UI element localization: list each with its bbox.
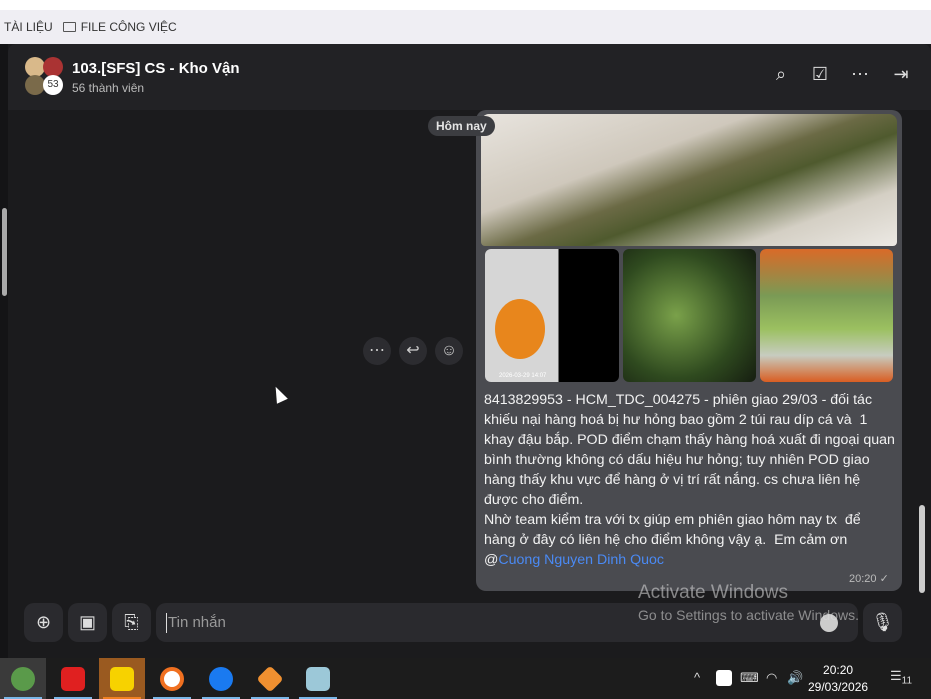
reply-icon[interactable]: ↩ [399,337,427,365]
activation-watermark-title: Activate Windows [638,582,788,603]
image-icon[interactable]: ▣ [68,603,107,642]
bookmarks-bar: TÀI LIỆU FILE CÔNG VIỆC [0,10,931,44]
bookmark-label: FILE CÔNG VIỆC [80,20,177,34]
message-text: 8413829953 - HCM_TDC_004275 - phiên giao… [484,390,896,570]
mention-link[interactable]: Cuong Nguyen Dinh Quoc [498,552,664,568]
member-count[interactable]: 56 thành viên [72,81,144,95]
avatar [43,57,63,77]
avatar [25,57,45,77]
bookmark-file-cong-viec[interactable]: FILE CÔNG VIỆC [62,20,177,34]
react-emoji-icon[interactable]: ☺ [435,337,463,365]
chat-scrollbar[interactable] [919,505,925,593]
tray-expand-icon[interactable]: ^ [694,670,700,685]
photo-greens[interactable] [623,249,756,382]
folder-icon [62,22,76,32]
attach-icon[interactable]: ⎘ [112,603,151,642]
sent-check-icon: ✓ [879,573,889,585]
time-text: 20:20 [849,573,877,585]
photo-timestamp: 2026-03-29 14:07 [499,373,547,379]
microphone-icon[interactable]: 🎙 [863,603,902,642]
group-title[interactable]: 103.[SFS] CS - Kho Vận [72,60,240,77]
clock-time: 20:20 [823,663,854,677]
sticky-notes-taskbar-icon[interactable] [99,658,145,699]
vpn-taskbar-icon[interactable] [149,658,195,699]
more-actions-icon[interactable]: ⋯ [363,337,391,365]
input-placeholder: Tin nhắn [168,614,226,631]
browser-taskbar-icon[interactable] [0,658,46,699]
more-icon[interactable]: ⋯ [848,62,872,86]
message-body: 8413829953 - HCM_TDC_004275 - phiên giao… [484,392,895,568]
bookmark-label: TÀI LIỆU [4,20,53,34]
photo-okra-tray[interactable] [760,249,893,382]
zalo-taskbar-icon[interactable] [198,658,244,699]
wps-office-taskbar-icon[interactable] [50,658,96,699]
search-icon[interactable]: ⌕ [769,62,793,86]
date-divider: Hôm nay [428,116,495,136]
orange-app-taskbar-icon[interactable] [247,658,293,699]
notification-count: 11 [901,675,913,687]
task-icon[interactable]: ☑ [808,62,832,86]
activation-watermark-text: Go to Settings to activate Windows. [638,607,859,623]
bookmark-tai-lieu[interactable]: TÀI LIỆU [4,20,53,34]
volume-icon[interactable]: 🔊 [787,670,803,686]
notepad-taskbar-icon[interactable] [295,658,341,699]
clock[interactable]: 20:20 29/03/2026 [808,662,868,696]
left-scrollbar[interactable] [2,208,7,296]
avatar [25,75,45,95]
clock-date: 29/03/2026 [808,680,869,694]
add-icon[interactable]: ⊕ [24,603,63,642]
message-time: 20:20 ✓ [849,572,889,585]
browser-top-bar [0,0,931,10]
cloud-icon[interactable] [716,670,732,686]
sidebar-toggle-icon[interactable]: ⇥ [889,62,913,86]
photo-vegetables[interactable] [481,114,897,246]
notifications-icon[interactable]: ☰11 [890,668,912,687]
member-count-avatar: 53 [43,75,63,95]
photo-delivery-spot[interactable]: 2026-03-29 14:07 [485,249,619,382]
input-method-icon[interactable]: ⌨ [740,670,759,686]
wifi-icon[interactable]: ◠ [766,670,777,686]
left-panel-edge [0,44,8,658]
